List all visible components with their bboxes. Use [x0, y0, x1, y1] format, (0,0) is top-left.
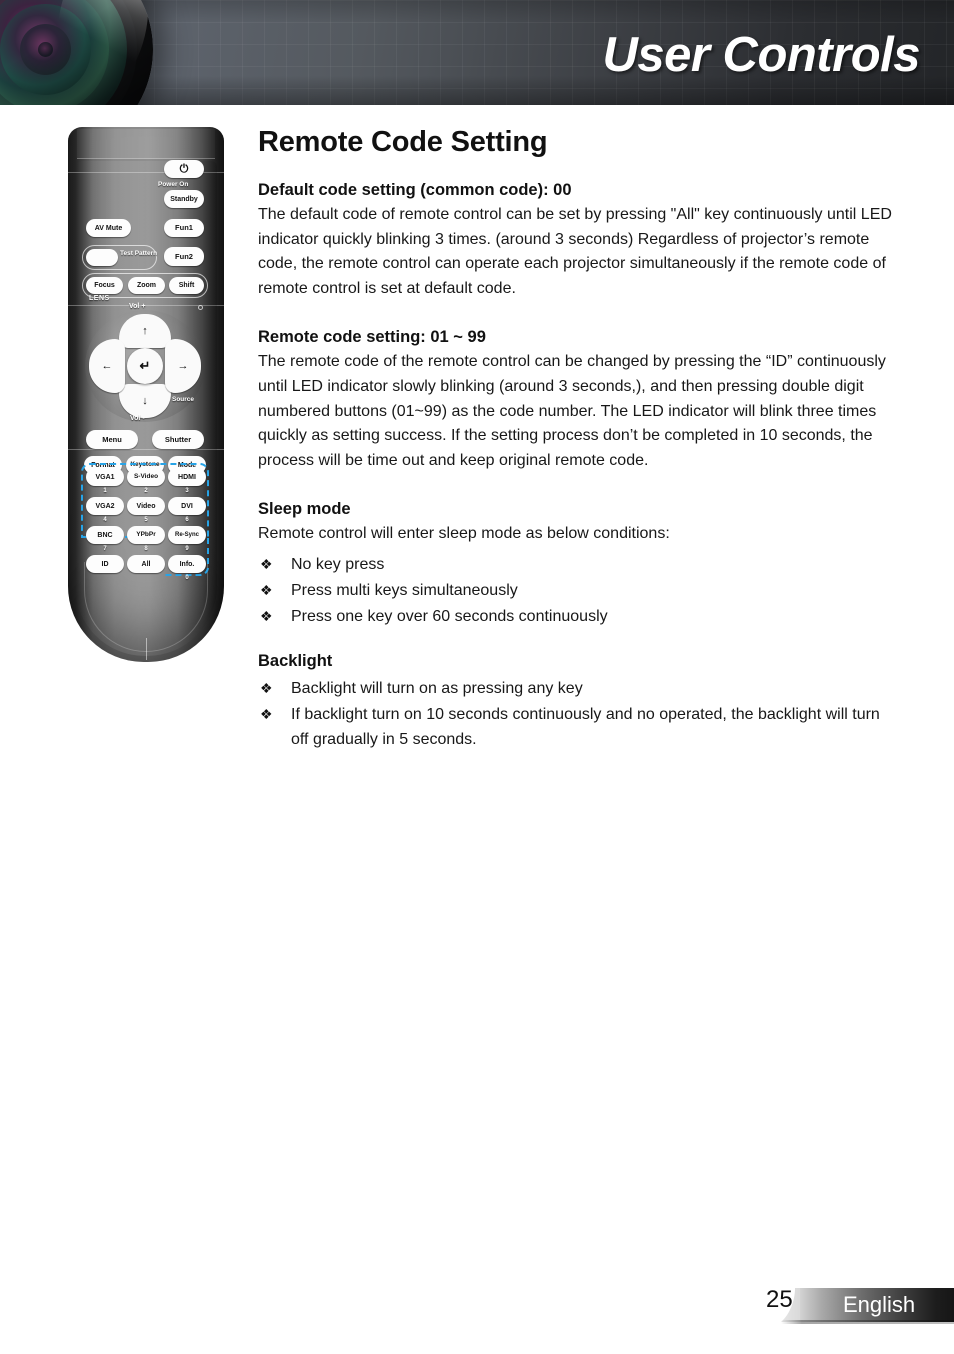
remote-lens-group-label: LENS: [89, 295, 110, 302]
remote-resync-button[interactable]: Re-Sync: [168, 526, 206, 544]
remote-focus-button[interactable]: Focus: [86, 277, 123, 294]
diamond-bullet-icon: ❖: [260, 581, 273, 598]
list-item-label: Backlight will turn on as pressing any k…: [291, 679, 583, 697]
remote-key-number-4: 4: [103, 517, 107, 523]
diamond-bullet-icon: ❖: [260, 555, 273, 572]
page-number: 25: [766, 1286, 793, 1313]
list-item-label: If backlight turn on 10 seconds continuo…: [291, 705, 880, 748]
remote-led-indicator: [198, 305, 203, 310]
list-item: ❖ Press multi keys simultaneously: [258, 578, 894, 603]
remote-test-pattern-button[interactable]: [86, 249, 118, 266]
camera-lens-icon: [0, 0, 153, 105]
diamond-bullet-icon: ❖: [260, 607, 273, 624]
section-body-sleep-mode: Remote control will enter sleep mode as …: [258, 525, 670, 543]
remote-fun2-button[interactable]: Fun2: [164, 247, 204, 266]
list-item: ❖ Backlight will turn on as pressing any…: [258, 676, 894, 701]
section-body-remote-code: The remote code of the remote control ca…: [258, 353, 886, 469]
remote-video-button[interactable]: Video: [127, 497, 165, 515]
remote-key-number-9: 9: [185, 546, 189, 552]
remote-key-number-7: 7: [103, 546, 107, 552]
section-body-default-code: The default code of remote control can b…: [258, 206, 892, 297]
remote-vol-down-label: Vol -: [130, 415, 145, 422]
remote-power-button[interactable]: ⏻: [164, 160, 204, 178]
page-title: Remote Code Setting: [258, 126, 548, 158]
list-item-label: Press multi keys simultaneously: [291, 581, 518, 599]
remote-av-mute-button[interactable]: AV Mute: [86, 219, 131, 237]
page-header: User Controls: [0, 0, 954, 105]
section-heading-sleep-mode: Sleep mode: [258, 500, 351, 519]
remote-key-number-1: 1: [103, 488, 107, 494]
document-page: User Controls ⏻ Power On Standby AV Mute…: [0, 0, 954, 1354]
list-item-label: No key press: [291, 555, 385, 573]
backlight-bullet-list: ❖ Backlight will turn on as pressing any…: [258, 676, 894, 752]
remote-svideo-button[interactable]: S-Video: [127, 468, 165, 486]
sleep-mode-bullet-list: ❖ No key press ❖ Press multi keys simult…: [258, 552, 894, 629]
remote-power-on-label: Power On: [158, 181, 189, 188]
remote-hdmi-button[interactable]: HDMI: [168, 468, 206, 486]
list-item: ❖ No key press: [258, 552, 894, 577]
footer-language-label: English: [843, 1292, 916, 1317]
remote-key-number-2: 2: [144, 488, 148, 494]
remote-top-plate: [77, 129, 215, 159]
remote-key-number-5: 5: [144, 517, 148, 523]
remote-info-button[interactable]: Info.: [168, 555, 206, 573]
remote-control-illustration: ⏻ Power On Standby AV Mute Fun1 Test Pat…: [68, 127, 224, 662]
section-heading-backlight: Backlight: [258, 651, 333, 670]
remote-all-button[interactable]: All: [127, 555, 165, 573]
remote-ypbpr-button[interactable]: YPbPr: [127, 526, 165, 544]
remote-key-number-6: 6: [185, 517, 189, 523]
remote-vga2-button[interactable]: VGA2: [86, 497, 124, 515]
remote-key-number-3: 3: [185, 488, 189, 494]
diamond-bullet-icon: ❖: [260, 705, 273, 722]
remote-bnc-button[interactable]: BNC: [86, 526, 124, 544]
section-heading-remote-code: Remote code setting: 01 ~ 99: [258, 328, 486, 347]
remote-fun1-button[interactable]: Fun1: [164, 219, 204, 237]
remote-menu-button[interactable]: Menu: [86, 430, 138, 449]
footer-bar-shadow: [781, 1320, 954, 1324]
list-item: ❖ Press one key over 60 seconds continuo…: [258, 604, 894, 629]
power-icon: ⏻: [179, 162, 189, 175]
remote-standby-button[interactable]: Standby: [164, 190, 204, 208]
remote-vol-up-label: Vol +: [129, 303, 146, 310]
remote-dpad-enter-button[interactable]: ↵: [127, 348, 163, 384]
section-heading-default-code: Default code setting (common code): 00: [258, 181, 572, 199]
remote-vga1-button[interactable]: VGA1: [86, 468, 124, 486]
remote-key-number-0: 0: [185, 575, 189, 581]
remote-zoom-button[interactable]: Zoom: [128, 277, 165, 294]
remote-shift-button[interactable]: Shift: [169, 277, 204, 294]
remote-shutter-button[interactable]: Shutter: [152, 430, 204, 449]
diamond-bullet-icon: ❖: [260, 679, 273, 696]
page-header-title: User Controls: [602, 28, 920, 82]
main-content: Remote Code Setting Default code setting…: [258, 126, 894, 753]
remote-dvi-button[interactable]: DVI: [168, 497, 206, 515]
remote-key-number-8: 8: [144, 546, 148, 552]
remote-bottom-notch: [146, 638, 147, 660]
remote-test-pattern-label: Test Pattern: [120, 250, 158, 257]
list-item-label: Press one key over 60 seconds continuous…: [291, 607, 608, 625]
remote-source-label: Source: [172, 396, 195, 403]
remote-id-button[interactable]: ID: [86, 555, 124, 573]
list-item: ❖ If backlight turn on 10 seconds contin…: [258, 702, 894, 752]
